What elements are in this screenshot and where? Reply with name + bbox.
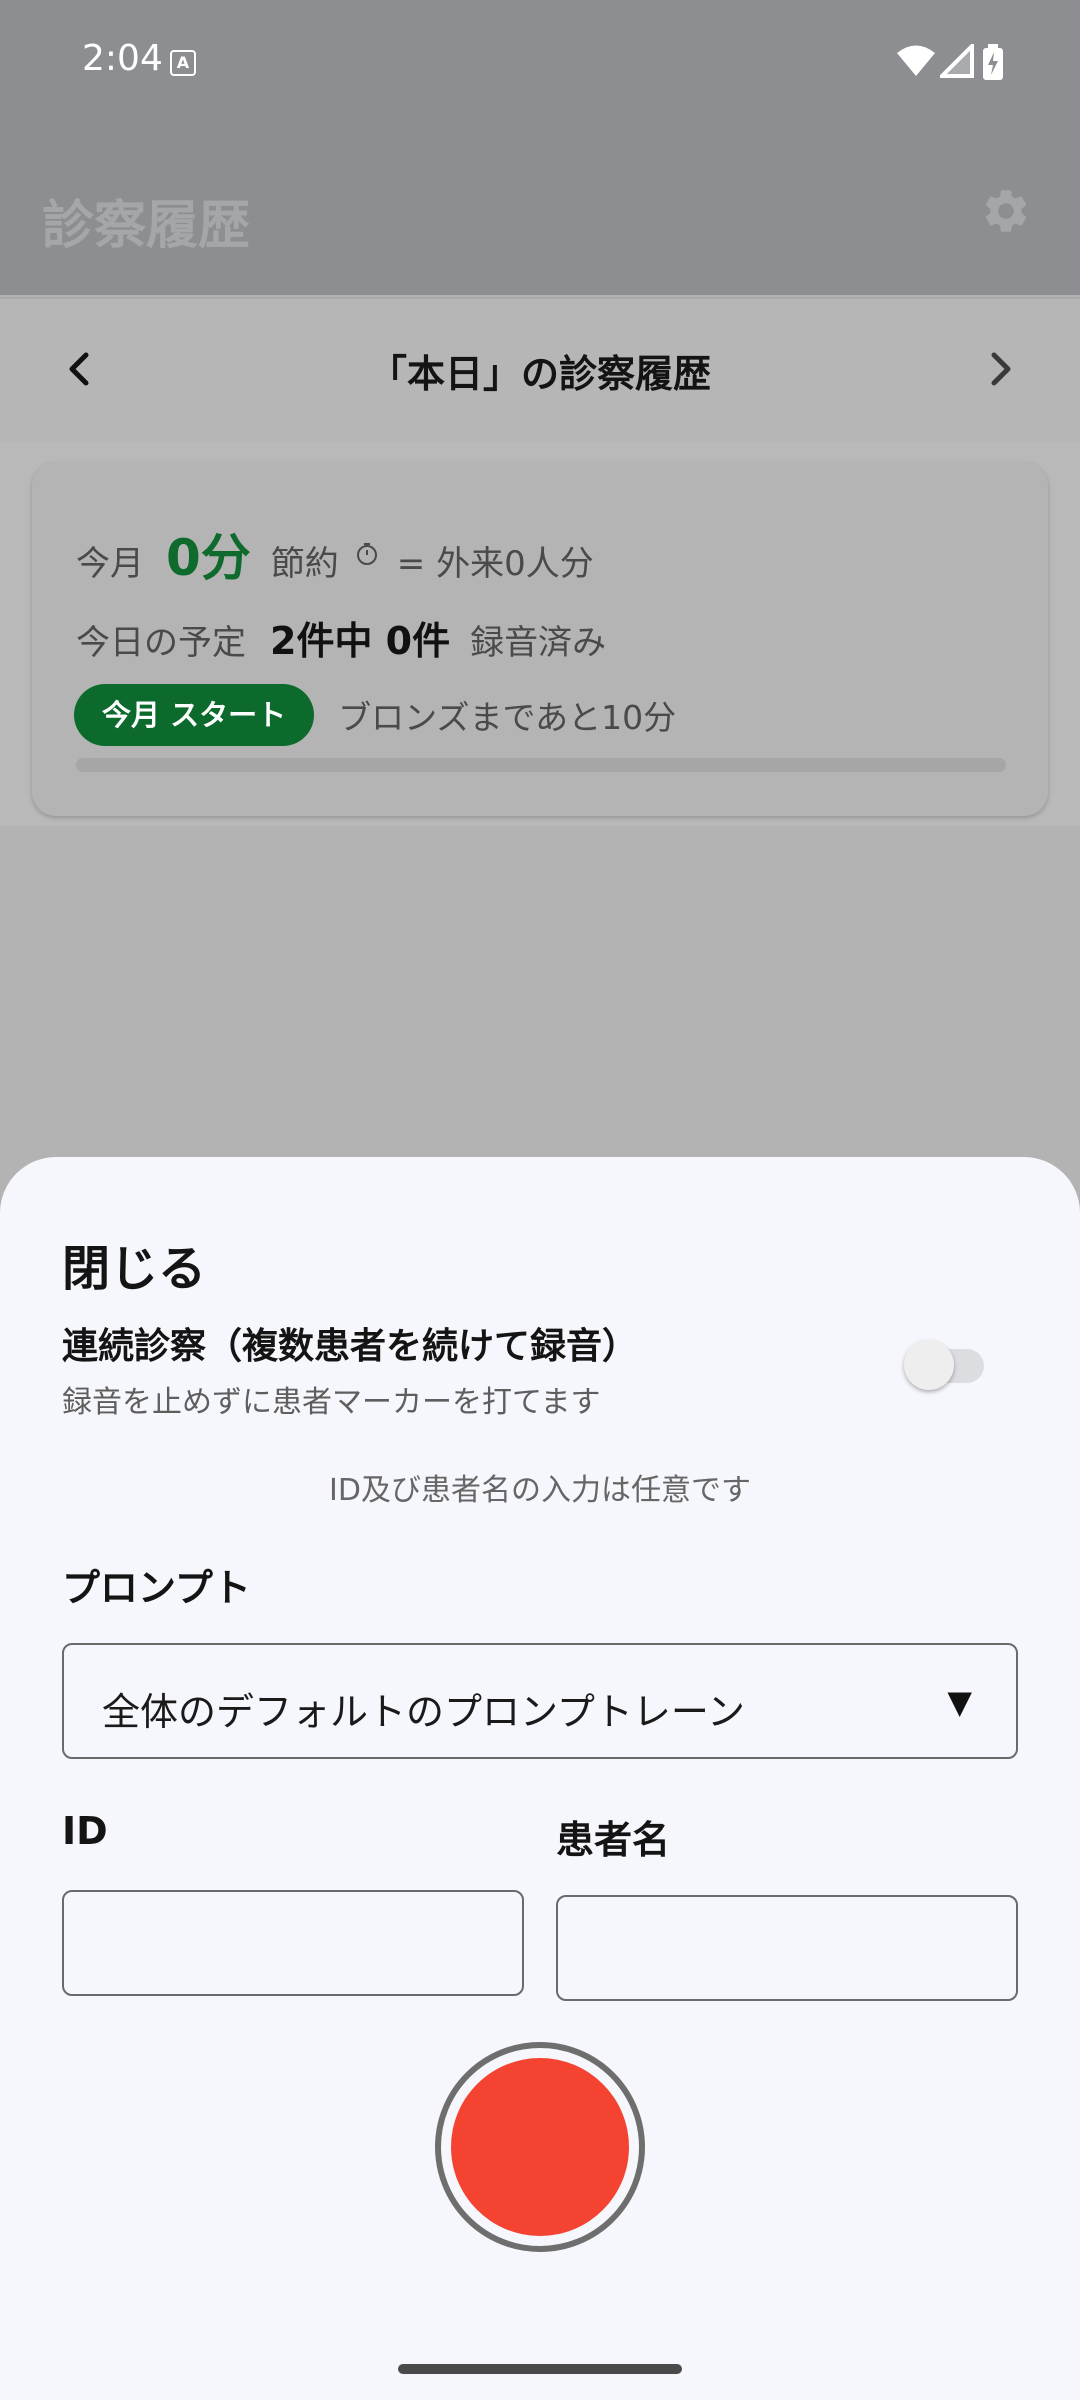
optional-input-note: ID及び患者名の入力は任意です xyxy=(329,1473,751,1508)
rank-row: 今月 スタート ブロンズまであと10分 xyxy=(74,684,676,746)
id-label: ID xyxy=(62,1809,108,1853)
battery-charging-icon xyxy=(983,44,1003,80)
wifi-icon xyxy=(897,45,935,76)
rank-progress-bar xyxy=(76,758,1006,772)
signal-icon xyxy=(940,44,974,78)
today-label: 今日の予定 xyxy=(76,623,246,663)
patient-name-label: 患者名 xyxy=(556,1818,671,1862)
a-icon: A xyxy=(170,50,196,76)
date-navigation: 「本日」の診察履歴 xyxy=(0,297,1080,442)
prompt-selected-value: 全体のデフォルトのプロンプトレーン xyxy=(102,1690,745,1734)
continuous-mode-toggle[interactable] xyxy=(904,1337,988,1391)
status-bar: 2:04 A xyxy=(0,0,1080,125)
month-label: 今月 xyxy=(76,544,144,584)
close-button[interactable]: 閉じる xyxy=(62,1229,206,1299)
recording-bottom-sheet: 閉じる 連続診察（複数患者を続けて録音） 録音を止めずに患者マーカーを打てます … xyxy=(0,1157,1080,2400)
status-badge: 今月 スタート xyxy=(74,684,315,746)
dropdown-arrow-icon: ▼ xyxy=(947,1683,972,1721)
id-input[interactable] xyxy=(62,1890,524,1996)
status-time: 2:04 xyxy=(82,38,163,79)
recorded-label: 録音済み xyxy=(470,623,607,663)
page-title: 診察履歴 xyxy=(42,196,251,256)
prompt-label: プロンプト xyxy=(62,1566,251,1610)
timer-icon xyxy=(356,543,377,565)
today-row: 今日の予定 2件中 0件 録音済み xyxy=(76,610,606,665)
home-indicator[interactable] xyxy=(398,2364,682,2374)
continuous-mode-title: 連続診察（複数患者を続けて録音） xyxy=(62,1326,639,1367)
savings-row: 今月 0分 節約 = 外来0人分 xyxy=(76,518,594,590)
date-title: 「本日」の診察履歴 xyxy=(368,352,711,396)
patient-name-input[interactable] xyxy=(556,1895,1018,2001)
gear-icon[interactable] xyxy=(980,185,1032,237)
today-count: 2件中 0件 xyxy=(270,619,451,663)
toggle-knob xyxy=(904,1340,954,1390)
saving-label: 節約 xyxy=(270,544,339,584)
record-icon xyxy=(451,2058,629,2236)
prompt-dropdown[interactable]: 全体のデフォルトのプロンプトレーン ▼ xyxy=(62,1643,1018,1759)
record-button[interactable] xyxy=(435,2042,645,2252)
summary-card: 今月 0分 節約 = 外来0人分 今日の予定 2件中 0件 録音済み 今月 スタ… xyxy=(32,462,1048,816)
rank-text: ブロンズまであと10分 xyxy=(338,698,677,737)
equivalent-text: = 外来0人分 xyxy=(396,544,594,584)
minutes-saved: 0分 xyxy=(166,529,251,587)
app-bar: 診察履歴 xyxy=(0,125,1080,295)
continuous-mode-subtitle: 録音を止めずに患者マーカーを打てます xyxy=(62,1385,601,1420)
chevron-right-icon[interactable] xyxy=(980,347,1020,391)
